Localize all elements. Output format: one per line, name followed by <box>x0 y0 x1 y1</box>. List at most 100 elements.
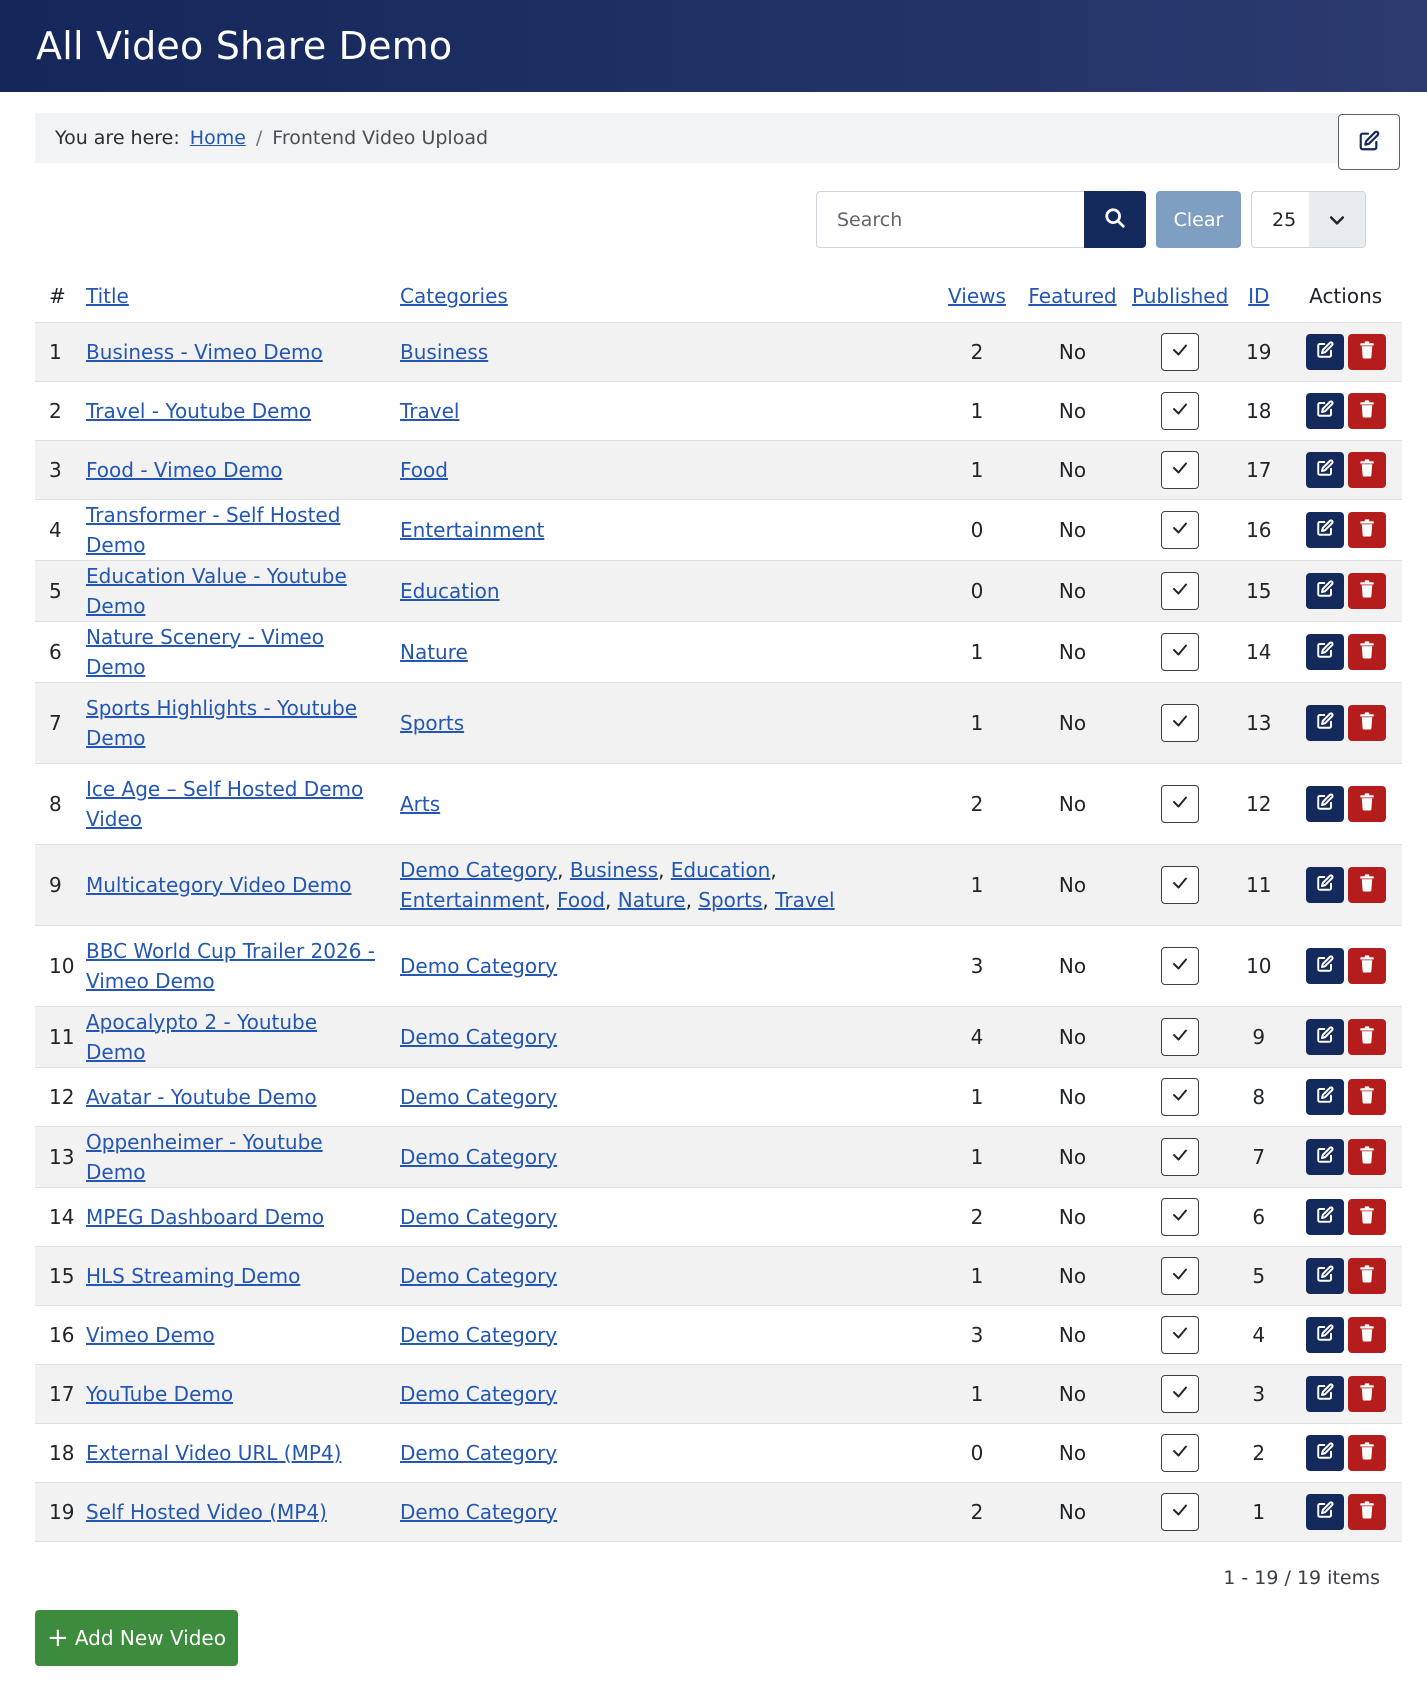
edit-video-button[interactable] <box>1305 1434 1344 1471</box>
video-title-link[interactable]: External Video URL (MP4) <box>86 1441 341 1465</box>
category-link[interactable]: Demo Category <box>400 1500 557 1524</box>
published-toggle[interactable] <box>1161 510 1200 549</box>
category-link[interactable]: Demo Category <box>400 1382 557 1406</box>
published-toggle[interactable] <box>1161 1433 1200 1472</box>
published-toggle[interactable] <box>1161 865 1200 904</box>
sort-published-link[interactable]: Published <box>1132 284 1228 308</box>
category-link[interactable]: Demo Category <box>400 1145 557 1169</box>
delete-video-button[interactable] <box>1347 1138 1386 1175</box>
edit-video-button[interactable] <box>1305 866 1344 903</box>
video-title-link[interactable]: Vimeo Demo <box>86 1323 215 1347</box>
edit-video-button[interactable] <box>1305 1198 1344 1235</box>
published-toggle[interactable] <box>1161 1077 1200 1116</box>
delete-video-button[interactable] <box>1347 572 1386 609</box>
published-toggle[interactable] <box>1161 1256 1200 1295</box>
video-title-link[interactable]: HLS Streaming Demo <box>86 1264 300 1288</box>
published-toggle[interactable] <box>1161 632 1200 671</box>
published-toggle[interactable] <box>1161 1137 1200 1176</box>
video-title-link[interactable]: Food - Vimeo Demo <box>86 458 283 482</box>
edit-video-button[interactable] <box>1305 1138 1344 1175</box>
delete-video-button[interactable] <box>1347 785 1386 822</box>
edit-video-button[interactable] <box>1305 511 1344 548</box>
edit-page-button[interactable] <box>1338 114 1400 170</box>
category-link[interactable]: Nature <box>618 888 686 912</box>
category-link[interactable]: Demo Category <box>400 1323 557 1347</box>
video-title-link[interactable]: Business - Vimeo Demo <box>86 340 323 364</box>
sort-title-link[interactable]: Title <box>86 284 129 308</box>
category-link[interactable]: Nature <box>400 640 468 664</box>
published-toggle[interactable] <box>1161 571 1200 610</box>
add-new-video-button[interactable]: + Add New Video <box>35 1609 238 1666</box>
delete-video-button[interactable] <box>1347 1198 1386 1235</box>
delete-video-button[interactable] <box>1347 451 1386 488</box>
category-link[interactable]: Demo Category <box>400 1441 557 1465</box>
video-title-link[interactable]: Transformer - Self Hosted Demo <box>86 503 340 557</box>
edit-video-button[interactable] <box>1305 704 1344 741</box>
published-toggle[interactable] <box>1161 784 1200 823</box>
category-link[interactable]: Demo Category <box>400 1025 557 1049</box>
category-link[interactable]: Travel <box>775 888 834 912</box>
delete-video-button[interactable] <box>1347 333 1386 370</box>
category-link[interactable]: Entertainment <box>400 518 544 542</box>
delete-video-button[interactable] <box>1347 1018 1386 1055</box>
edit-video-button[interactable] <box>1305 333 1344 370</box>
search-input[interactable] <box>816 191 1084 248</box>
published-toggle[interactable] <box>1161 1315 1200 1354</box>
edit-video-button[interactable] <box>1305 451 1344 488</box>
video-title-link[interactable]: MPEG Dashboard Demo <box>86 1205 324 1229</box>
category-link[interactable]: Education <box>671 858 771 882</box>
category-link[interactable]: Demo Category <box>400 1085 557 1109</box>
published-toggle[interactable] <box>1161 946 1200 985</box>
category-link[interactable]: Food <box>557 888 605 912</box>
video-title-link[interactable]: Avatar - Youtube Demo <box>86 1085 317 1109</box>
delete-video-button[interactable] <box>1347 1493 1386 1530</box>
delete-video-button[interactable] <box>1347 1375 1386 1412</box>
edit-video-button[interactable] <box>1305 785 1344 822</box>
category-link[interactable]: Arts <box>400 792 440 816</box>
published-toggle[interactable] <box>1161 1197 1200 1236</box>
delete-video-button[interactable] <box>1347 1078 1386 1115</box>
edit-video-button[interactable] <box>1305 633 1344 670</box>
category-link[interactable]: Sports <box>400 711 464 735</box>
video-title-link[interactable]: Apocalypto 2 - Youtube Demo <box>86 1010 317 1064</box>
published-toggle[interactable] <box>1161 1017 1200 1056</box>
delete-video-button[interactable] <box>1347 1257 1386 1294</box>
delete-video-button[interactable] <box>1347 704 1386 741</box>
edit-video-button[interactable] <box>1305 1493 1344 1530</box>
video-title-link[interactable]: Education Value - Youtube Demo <box>86 564 347 618</box>
sort-featured-link[interactable]: Featured <box>1028 284 1116 308</box>
category-link[interactable]: Education <box>400 579 500 603</box>
video-title-link[interactable]: Nature Scenery - Vimeo Demo <box>86 625 324 679</box>
category-link[interactable]: Demo Category <box>400 1205 557 1229</box>
delete-video-button[interactable] <box>1347 633 1386 670</box>
edit-video-button[interactable] <box>1305 1316 1344 1353</box>
video-title-link[interactable]: Travel - Youtube Demo <box>86 399 311 423</box>
delete-video-button[interactable] <box>1347 1434 1386 1471</box>
edit-video-button[interactable] <box>1305 1375 1344 1412</box>
edit-video-button[interactable] <box>1305 392 1344 429</box>
video-title-link[interactable]: Multicategory Video Demo <box>86 873 351 897</box>
delete-video-button[interactable] <box>1347 947 1386 984</box>
category-link[interactable]: Demo Category <box>400 1264 557 1288</box>
published-toggle[interactable] <box>1161 703 1200 742</box>
search-button[interactable] <box>1084 191 1146 248</box>
category-link[interactable]: Demo Category <box>400 858 557 882</box>
sort-id-link[interactable]: ID <box>1248 284 1269 308</box>
clear-button[interactable]: Clear <box>1156 191 1241 248</box>
video-title-link[interactable]: Self Hosted Video (MP4) <box>86 1500 327 1524</box>
published-toggle[interactable] <box>1161 450 1200 489</box>
video-title-link[interactable]: Ice Age – Self Hosted Demo Video <box>86 777 363 831</box>
video-title-link[interactable]: Oppenheimer - Youtube Demo <box>86 1130 323 1184</box>
video-title-link[interactable]: YouTube Demo <box>86 1382 233 1406</box>
category-link[interactable]: Business <box>570 858 658 882</box>
edit-video-button[interactable] <box>1305 572 1344 609</box>
edit-video-button[interactable] <box>1305 947 1344 984</box>
category-link[interactable]: Travel <box>400 399 459 423</box>
published-toggle[interactable] <box>1161 1492 1200 1531</box>
category-link[interactable]: Business <box>400 340 488 364</box>
published-toggle[interactable] <box>1161 332 1200 371</box>
delete-video-button[interactable] <box>1347 392 1386 429</box>
video-title-link[interactable]: Sports Highlights - Youtube Demo <box>86 696 357 750</box>
delete-video-button[interactable] <box>1347 1316 1386 1353</box>
breadcrumb-home-link[interactable]: Home <box>190 127 246 149</box>
